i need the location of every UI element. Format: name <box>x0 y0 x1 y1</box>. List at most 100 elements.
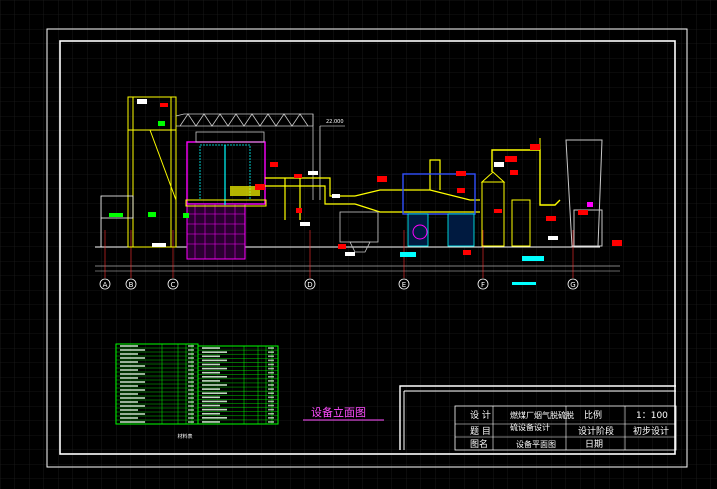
subject-value-line1: 燃煤厂烟气脱硫脱 <box>510 410 574 420</box>
table-cell <box>188 373 194 375</box>
table-cell <box>188 361 194 363</box>
table-row <box>202 371 220 374</box>
table-row <box>202 417 227 419</box>
table-cell <box>268 380 274 382</box>
table-row <box>120 361 138 363</box>
scale-label: 比例 <box>584 409 602 421</box>
table-cell <box>188 349 194 351</box>
table-row <box>202 351 227 353</box>
table-cell <box>268 392 274 395</box>
axis-label-b: B <box>129 281 134 289</box>
table-row <box>202 359 227 362</box>
table-row <box>202 392 227 395</box>
axis-label-f: F <box>481 281 485 289</box>
stage-label: 设计阶段 <box>578 425 614 437</box>
table-row <box>120 385 138 387</box>
table-cell <box>268 400 274 403</box>
table-cell <box>188 401 194 403</box>
table-row <box>202 363 220 366</box>
table-cell <box>268 396 274 399</box>
table-cell <box>188 369 194 371</box>
table-cell <box>268 347 274 349</box>
table-cell <box>268 388 274 390</box>
axis-marker-c: C <box>167 278 179 290</box>
table-row <box>120 393 138 395</box>
table-cell <box>268 404 274 407</box>
table-row <box>120 413 145 415</box>
table-row <box>120 421 145 423</box>
axis-marker-b: B <box>125 278 137 290</box>
table-cell <box>268 355 274 358</box>
table-cell <box>188 417 194 419</box>
table-cell <box>188 405 194 407</box>
table-cell <box>188 381 194 383</box>
material-table-caption: 材料表 <box>177 433 192 440</box>
table-row <box>202 384 227 386</box>
table-row <box>120 365 145 367</box>
scale-value: 1：100 <box>636 411 668 421</box>
table-cell <box>268 412 274 415</box>
table-row <box>202 400 227 403</box>
table-cell <box>268 408 274 411</box>
table-row <box>202 388 220 390</box>
table-row <box>120 401 138 403</box>
cad-drawing-canvas[interactable]: 22.000 A B C D E F G 材料表 设备立面图 设 计 题 目 图… <box>0 0 717 489</box>
table-row <box>120 353 138 355</box>
axis-marker-g: G <box>567 278 579 290</box>
axis-label-d: D <box>307 281 312 289</box>
table-row <box>120 409 138 411</box>
date-label: 日期 <box>585 439 603 450</box>
table-cell <box>268 375 274 378</box>
table-cell <box>188 397 194 399</box>
table-cell <box>188 345 194 347</box>
table-cell <box>188 385 194 387</box>
table-row <box>202 347 220 349</box>
table-cell <box>268 359 274 362</box>
table-cell <box>268 363 274 366</box>
table-row <box>120 405 145 407</box>
table-row <box>120 381 145 383</box>
table-row <box>202 396 220 399</box>
stage-value: 初步设计 <box>633 425 669 437</box>
axis-marker-d: D <box>304 278 316 290</box>
table-row <box>120 397 145 399</box>
table-row <box>202 412 220 415</box>
table-cell <box>268 421 274 423</box>
drawing-name-value: 设备平面图 <box>516 439 556 449</box>
table-row <box>202 367 227 370</box>
table-row <box>120 349 145 351</box>
table-cell <box>188 353 194 355</box>
table-row <box>202 380 220 382</box>
table-row <box>120 357 145 359</box>
axis-marker-a: A <box>99 278 111 290</box>
table-cell <box>188 393 194 395</box>
table-cell <box>268 417 274 419</box>
table-cell <box>188 365 194 367</box>
axis-label-a: A <box>103 281 108 289</box>
axis-marker-e: E <box>398 278 410 290</box>
table-cell <box>268 384 274 386</box>
table-row <box>120 373 145 375</box>
table-row <box>120 345 138 347</box>
table-row <box>202 355 220 358</box>
design-label: 设 计 <box>470 409 491 421</box>
drawing-name-label: 图名 <box>470 438 488 450</box>
table-cell <box>268 371 274 374</box>
table-row <box>202 375 227 378</box>
material-table-left <box>115 343 199 425</box>
table-row <box>120 377 138 379</box>
subject-label: 题 目 <box>470 426 491 437</box>
table-cell <box>268 367 274 370</box>
table-cell <box>188 377 194 379</box>
table-cell <box>188 357 194 359</box>
table-row <box>120 389 145 391</box>
subject-value-line2: 硫设备设计 <box>510 422 550 432</box>
table-row <box>202 408 227 411</box>
table-cell <box>188 409 194 411</box>
table-row <box>120 369 138 371</box>
table-cell <box>268 351 274 353</box>
table-cell <box>188 389 194 391</box>
section-title: 设备立面图 <box>311 405 366 419</box>
axis-label-g: G <box>570 281 575 289</box>
axis-label-e: E <box>402 281 406 289</box>
